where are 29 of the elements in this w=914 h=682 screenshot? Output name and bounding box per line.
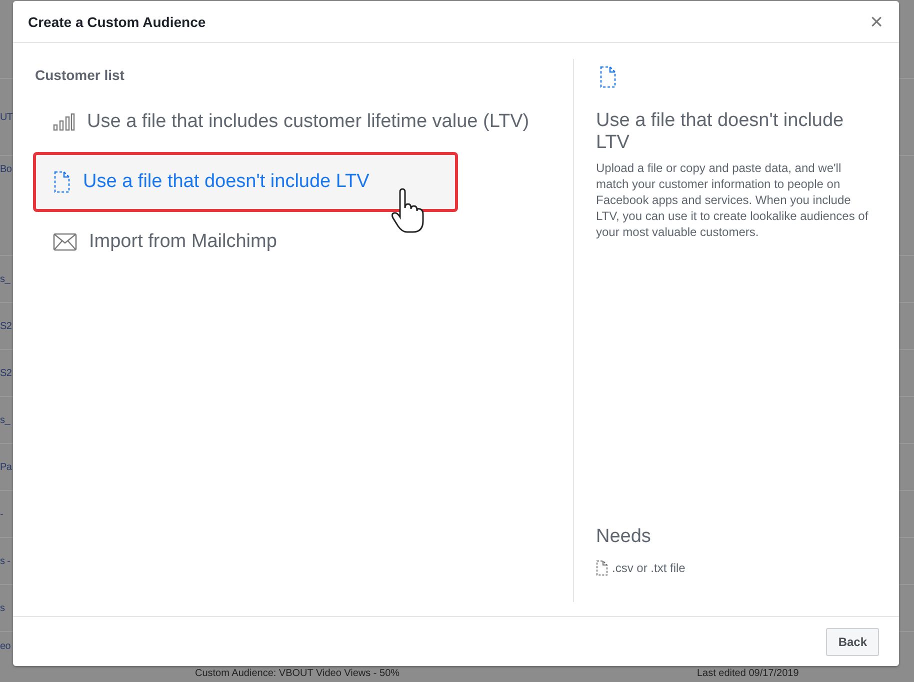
back-button[interactable]: Back — [826, 628, 879, 656]
table-cell: UT — [0, 112, 13, 122]
dialog-title: Create a Custom Audience — [28, 14, 206, 30]
table-cell: s_ — [0, 414, 10, 426]
table-cell: eo — [0, 641, 11, 652]
table-cell: Custom Audience: VBOUT Video Views - 50% — [195, 668, 400, 680]
table-cell: Bo — [0, 164, 12, 175]
table-cell: s — [0, 602, 5, 614]
needs-title: Needs — [596, 526, 652, 548]
table-cell: S2 — [0, 320, 12, 332]
file-icon — [53, 171, 71, 193]
table-cell: - — [0, 508, 4, 520]
detail-title: Use a file that doesn't include LTV — [596, 110, 845, 154]
option-item[interactable]: Import from Mailchimp — [13, 212, 560, 272]
option-item[interactable]: Use a file that includes customer lifetime value (LTV) — [13, 92, 560, 152]
envelope-icon — [53, 233, 77, 251]
needs-item: .csv or .txt file — [612, 561, 686, 575]
bar-chart-icon — [53, 113, 75, 131]
hand-cursor-icon — [391, 188, 425, 234]
file-icon — [599, 66, 617, 88]
section-label: Customer list — [35, 67, 126, 83]
detail-description: Upload a file or copy and paste data, and we'll match your customer information to people on Facebook apps and services. When you include LTV, you can use it to create lookalike audiences of your most valuable customers. — [596, 160, 870, 240]
file-icon — [596, 560, 608, 576]
table-cell: Last edited 09/17/2019 — [697, 668, 799, 680]
table-cell: s - — [0, 556, 10, 566]
table-cell: Pa — [0, 462, 12, 472]
close-button[interactable]: × — [868, 10, 885, 32]
table-cell: S2 — [0, 368, 12, 378]
table-cell: s_ — [0, 274, 10, 284]
